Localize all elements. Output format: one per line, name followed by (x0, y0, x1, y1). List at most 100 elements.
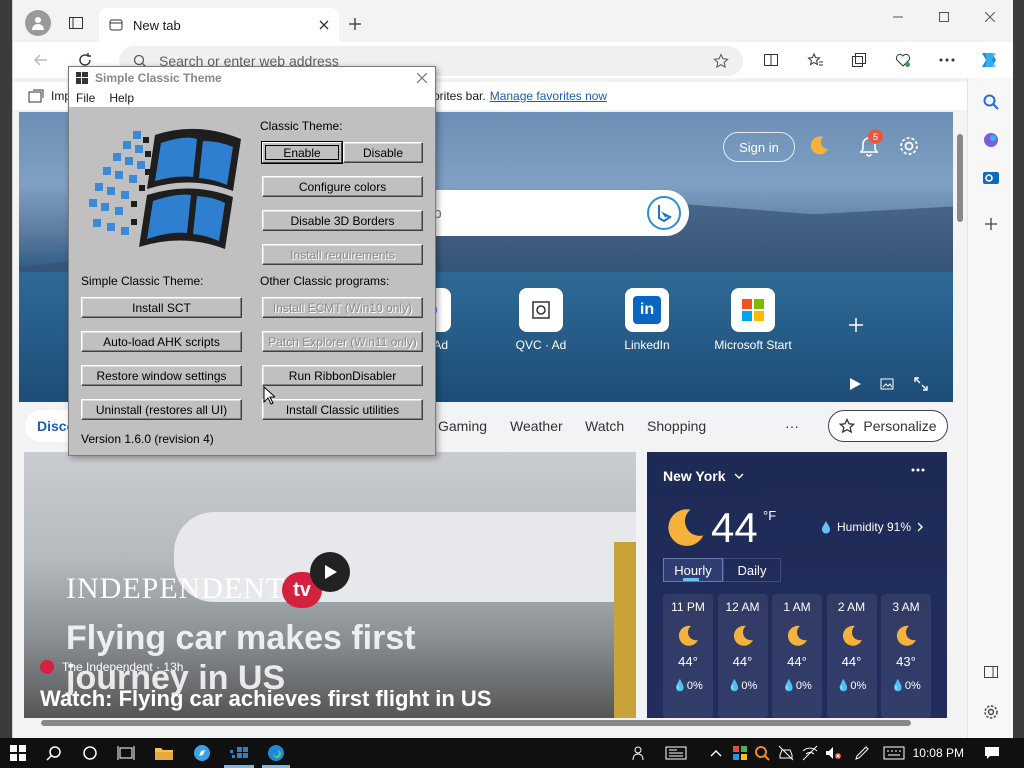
enable-button[interactable]: Enable (262, 142, 342, 163)
restore-window-settings-button[interactable]: Restore window settings (81, 365, 242, 386)
settings-more-button[interactable] (937, 50, 957, 70)
cortana-button[interactable] (78, 742, 102, 764)
sidebar-copilot-button[interactable] (977, 126, 1005, 154)
hourly-forecast-item[interactable]: 3 AM 43° 💧0% (881, 594, 931, 718)
start-button[interactable] (6, 742, 30, 764)
tray-app-3[interactable] (774, 742, 798, 764)
touch-keyboard-button[interactable] (880, 742, 908, 764)
collections-button[interactable] (849, 50, 869, 70)
volume-button[interactable] (822, 742, 846, 764)
split-screen-button[interactable] (761, 50, 781, 70)
sidebar-add-button[interactable] (977, 210, 1005, 238)
install-ecmt-button[interactable]: Install ECMT (Win10 only) (262, 297, 423, 318)
dialog-title-bar[interactable]: Simple Classic Theme (69, 67, 435, 89)
favorites-button[interactable] (805, 50, 825, 70)
tray-app-2[interactable] (750, 742, 774, 764)
taskbar-clock[interactable]: 10:08 PM (913, 746, 964, 760)
fullscreen-button[interactable] (911, 374, 931, 394)
quick-link-microsoft-start[interactable]: Microsoft Start (703, 288, 803, 352)
news-headline[interactable]: Watch: Flying car achieves first flight … (40, 686, 492, 712)
keyboard-icon (883, 746, 905, 760)
disable-3d-borders-button[interactable]: Disable 3D Borders (262, 210, 423, 231)
weather-card[interactable]: New York 44 °F Humidity 91% Hourly Daily… (647, 452, 947, 718)
web-search-box[interactable]: eb (409, 190, 689, 236)
new-tab-button[interactable] (345, 14, 365, 34)
uninstall-button[interactable]: Uninstall (restores all UI) (81, 399, 242, 420)
tab-watch[interactable]: Watch (585, 418, 624, 434)
install-classic-utilities-button[interactable]: Install Classic utilities (262, 399, 423, 420)
hourly-forecast-item[interactable]: 12 AM 44° 💧0% (717, 594, 768, 718)
horizontal-scroll-thumb[interactable] (41, 720, 911, 726)
nav-more-button[interactable]: ··· (785, 418, 799, 434)
menu-file[interactable]: File (76, 91, 95, 105)
quick-link-linkedin[interactable]: in LinkedIn (597, 288, 697, 352)
weather-more-button[interactable] (911, 468, 925, 472)
taskbar-safari[interactable] (190, 742, 214, 764)
bing-chat-button[interactable] (647, 196, 681, 230)
sidebar-search-button[interactable] (977, 88, 1005, 116)
configure-colors-button[interactable]: Configure colors (262, 176, 423, 197)
news-interests-button[interactable] (662, 742, 690, 764)
manage-favorites-link[interactable]: Manage favorites now (490, 89, 607, 103)
tray-app-4[interactable] (798, 742, 822, 764)
action-center-button[interactable] (980, 742, 1004, 764)
tab-actions-button[interactable] (65, 12, 87, 34)
pen-workspace-button[interactable] (850, 742, 874, 764)
personalize-button[interactable]: Personalize (828, 410, 948, 442)
taskbar-edge[interactable] (264, 742, 288, 764)
close-window-button[interactable] (967, 0, 1013, 34)
page-settings-button[interactable] (895, 132, 923, 160)
edit-background-button[interactable] (877, 374, 897, 394)
weather-location[interactable]: New York (663, 468, 744, 484)
install-sct-button[interactable]: Install SCT (81, 297, 242, 318)
vertical-scrollbar[interactable] (953, 112, 967, 718)
people-button[interactable] (628, 742, 652, 764)
maximize-button[interactable] (921, 0, 967, 34)
add-quick-link-button[interactable] (845, 314, 867, 336)
play-background-button[interactable] (845, 374, 865, 394)
sign-in-button[interactable]: Sign in (723, 132, 795, 162)
tray-app-1[interactable] (728, 742, 752, 764)
patch-explorer-button[interactable]: Patch Explorer (Win11 only) (262, 331, 423, 352)
hourly-forecast-item[interactable]: 1 AM 44° 💧0% (772, 594, 822, 718)
show-hidden-icons-button[interactable] (704, 742, 728, 764)
sidebar-outlook-button[interactable] (977, 164, 1005, 192)
weather-humidity[interactable]: Humidity 91% (821, 520, 924, 534)
task-view-button[interactable] (114, 742, 138, 764)
run-ribbondisabler-button[interactable]: Run RibbonDisabler (262, 365, 423, 386)
taskbar-search-button[interactable] (42, 742, 66, 764)
windows-logo-icon (89, 128, 241, 249)
sidebar-settings-button[interactable] (977, 698, 1005, 726)
menu-help[interactable]: Help (109, 91, 134, 105)
sidebar-toggle-button[interactable] (977, 658, 1005, 686)
minimize-button[interactable] (875, 0, 921, 34)
vertical-scroll-thumb[interactable] (957, 134, 963, 222)
hourly-forecast-item[interactable]: 2 AM 44° 💧0% (826, 594, 877, 718)
import-favorites-button[interactable] (27, 87, 45, 105)
taskbar-classic-theme[interactable] (226, 742, 252, 764)
dialog-close-button[interactable] (413, 69, 431, 87)
quick-link-qvc[interactable]: QVC · Ad (491, 288, 591, 352)
minimize-icon (893, 16, 903, 18)
theme-toggle-button[interactable] (805, 132, 833, 160)
horizontal-scrollbar[interactable] (31, 718, 951, 728)
moon-icon (842, 625, 862, 646)
disable-button[interactable]: Disable (343, 142, 423, 163)
news-card[interactable]: INDEPENDENT tv Flying car makes first jo… (24, 452, 636, 718)
tab-weather[interactable]: Weather (510, 418, 563, 434)
autoload-ahk-button[interactable]: Auto-load AHK scripts (81, 331, 242, 352)
browser-essentials-button[interactable] (893, 50, 913, 70)
tab-shopping[interactable]: Shopping (647, 418, 706, 434)
tab-daily[interactable]: Daily (723, 558, 781, 582)
install-requirements-button[interactable]: Install requirements (262, 244, 423, 265)
taskbar-file-explorer[interactable] (152, 742, 176, 764)
tab-new-tab[interactable]: New tab (99, 8, 339, 42)
hourly-forecast-item[interactable]: 11 PM 44° 💧0% (663, 594, 713, 718)
copilot-button[interactable] (977, 48, 1001, 72)
play-video-button[interactable] (310, 552, 350, 592)
profile-avatar[interactable] (25, 10, 51, 36)
shapes-icon (984, 133, 998, 147)
news-source: The Independent · 13h (40, 660, 183, 674)
back-button[interactable] (31, 50, 51, 70)
tab-gaming[interactable]: Gaming (438, 418, 487, 434)
